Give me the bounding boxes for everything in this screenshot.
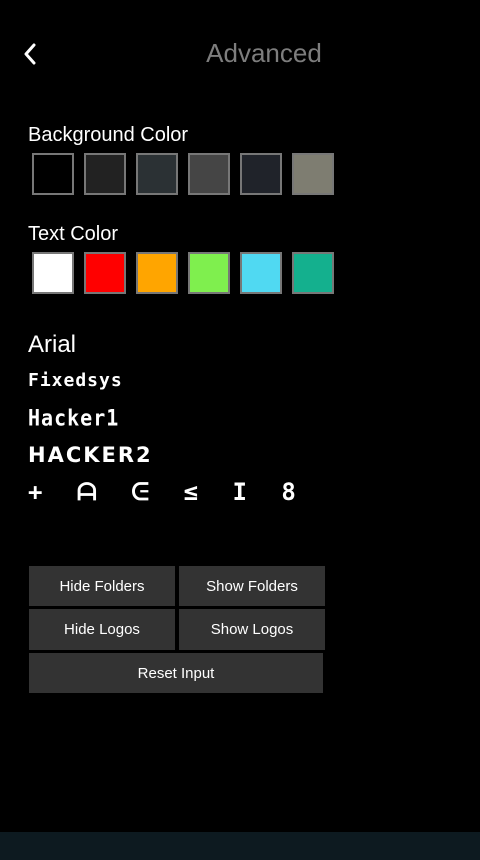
header: Advanced <box>0 0 480 110</box>
font-list: Arial Fixedsys Hacker1 HACKER2 + ᗩ ᕮ ≤ I… <box>28 330 306 510</box>
background-color-label: Background Color <box>28 124 189 146</box>
hide-logos-button[interactable]: Hide Logos <box>29 609 175 650</box>
text-swatch-teal[interactable] <box>292 252 334 294</box>
font-option-hacker2[interactable]: HACKER2 <box>28 438 306 474</box>
page-title: Advanced <box>206 38 322 68</box>
text-swatch-cyan[interactable] <box>240 252 282 294</box>
text-swatch-white[interactable] <box>32 252 74 294</box>
font-option-fixedsys[interactable]: Fixedsys <box>28 366 306 402</box>
bg-swatch-olive-gray[interactable] <box>292 153 334 195</box>
bg-swatch-dark-gray[interactable] <box>84 153 126 195</box>
show-logos-button[interactable]: Show Logos <box>179 609 325 650</box>
bg-swatch-navy-gray[interactable] <box>240 153 282 195</box>
font-option-glyph[interactable]: + ᗩ ᕮ ≤ I 8 <box>28 474 306 510</box>
font-option-hacker1[interactable]: Hacker1 <box>28 400 306 440</box>
bg-swatch-black[interactable] <box>32 153 74 195</box>
text-color-swatches <box>32 252 334 294</box>
background-color-swatches <box>32 153 334 195</box>
text-swatch-red[interactable] <box>84 252 126 294</box>
show-folders-button[interactable]: Show Folders <box>179 566 325 606</box>
text-color-label: Text Color <box>28 223 119 245</box>
text-swatch-orange[interactable] <box>136 252 178 294</box>
reset-input-button[interactable]: Reset Input <box>29 653 323 693</box>
bottom-bar <box>0 832 480 860</box>
font-option-arial[interactable]: Arial <box>28 330 306 366</box>
text-swatch-green[interactable] <box>188 252 230 294</box>
bg-swatch-gray[interactable] <box>188 153 230 195</box>
hide-folders-button[interactable]: Hide Folders <box>29 566 175 606</box>
bg-swatch-slate[interactable] <box>136 153 178 195</box>
